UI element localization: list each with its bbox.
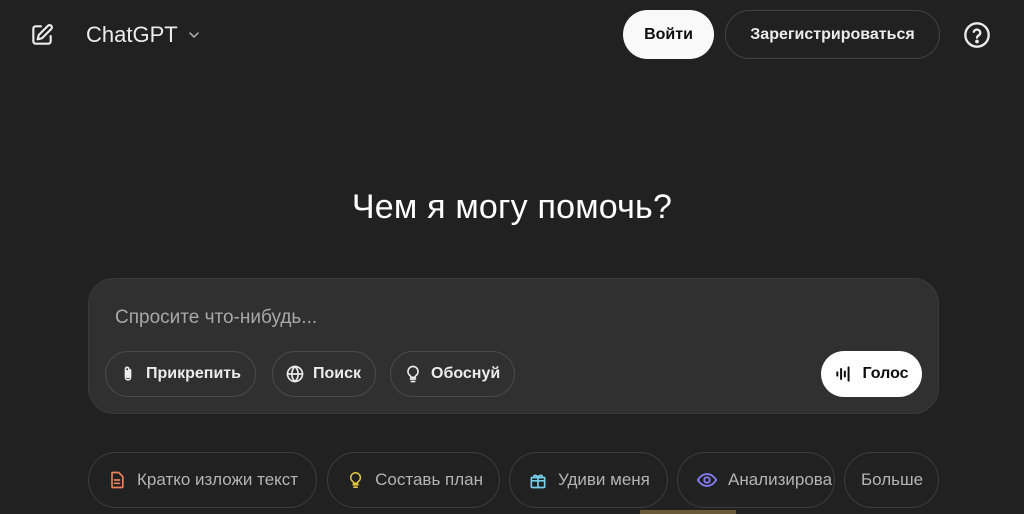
search-button[interactable]: Поиск	[272, 351, 377, 397]
voice-label: Голос	[862, 365, 909, 382]
login-button[interactable]: Войти	[623, 10, 714, 59]
paperclip-icon	[124, 366, 132, 381]
suggestion-more[interactable]: Больше	[844, 452, 939, 508]
globe-icon	[286, 365, 304, 383]
chevron-down-icon	[188, 32, 199, 38]
gift-icon	[530, 474, 546, 489]
help-icon	[964, 22, 990, 48]
prompt-input[interactable]	[113, 303, 897, 333]
signup-button[interactable]: Зарегистрироваться	[725, 10, 940, 59]
waveform-icon	[836, 366, 851, 382]
suggestion-summarize[interactable]: Кратко изложи текст	[88, 452, 317, 508]
suggestion-make-plan[interactable]: Составь план	[327, 452, 500, 508]
search-label: Поиск	[313, 365, 362, 382]
reason-button[interactable]: Обоснуй	[390, 351, 516, 397]
suggestion-label: Кратко изложи текст	[137, 470, 299, 489]
lightbulb-icon	[407, 365, 419, 383]
attach-label: Прикрепить	[146, 365, 241, 382]
reason-label: Обоснуй	[431, 365, 501, 382]
help-button[interactable]	[962, 20, 992, 50]
voice-button[interactable]: Голос	[821, 351, 922, 397]
model-name: ChatGPT	[86, 22, 178, 47]
page-title: Чем я могу помочь?	[351, 188, 673, 226]
composer: Прикрепить Поиск Обоснуй	[88, 278, 939, 414]
suggestion-label: Больше	[861, 470, 924, 489]
suggestion-analyze[interactable]: Анализирова	[677, 452, 835, 508]
bottom-bar-fragment	[640, 510, 736, 514]
suggestion-label: Анализирова	[728, 470, 833, 489]
chatgpt-home: ChatGPT Войти Зарегистрироваться Чем я м…	[0, 0, 1024, 514]
attach-button[interactable]: Прикрепить	[105, 351, 256, 397]
new-chat-button[interactable]	[25, 18, 59, 52]
suggestion-surprise-me[interactable]: Удиви меня	[509, 452, 668, 508]
document-icon	[111, 471, 124, 489]
lightbulb-icon	[349, 472, 362, 488]
suggestion-label: Удиви меня	[558, 470, 650, 489]
eye-icon	[696, 473, 718, 487]
suggestion-label: Составь план	[375, 470, 483, 489]
model-selector[interactable]: ChatGPT	[78, 18, 210, 52]
edit-icon	[32, 24, 53, 45]
